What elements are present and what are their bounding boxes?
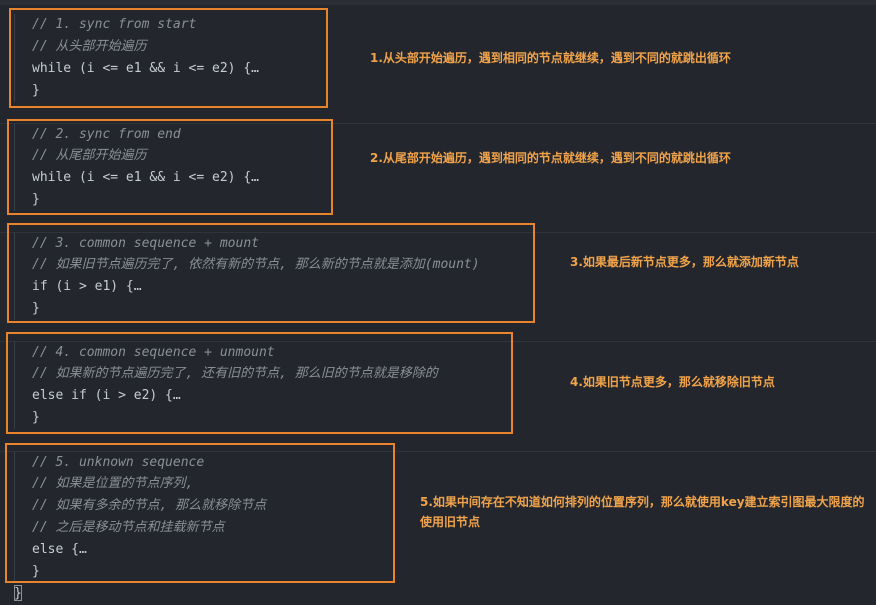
highlight-box	[6, 332, 513, 434]
annotation-note: 1.从头部开始遍历，遇到相同的节点就继续，遇到不同的就跳出循环	[370, 51, 731, 65]
highlight-box	[7, 119, 333, 215]
annotation-note: 4.如果旧节点更多，那么就移除旧节点	[570, 375, 775, 389]
highlight-box	[5, 443, 395, 583]
annotation-note: 5.如果中间存在不知道如何排列的位置序列，那么就使用key建立索引图最大限度的使…	[420, 495, 865, 529]
highlight-box	[9, 8, 328, 108]
annotation-note: 3.如果最后新节点更多，那么就添加新节点	[570, 255, 799, 269]
highlight-box	[7, 223, 535, 323]
annotation-note: 2.从尾部开始遍历，遇到相同的节点就继续，遇到不同的就跳出循环	[370, 151, 731, 165]
closing-brace: }	[14, 586, 22, 601]
editor-top-bar	[0, 0, 876, 5]
